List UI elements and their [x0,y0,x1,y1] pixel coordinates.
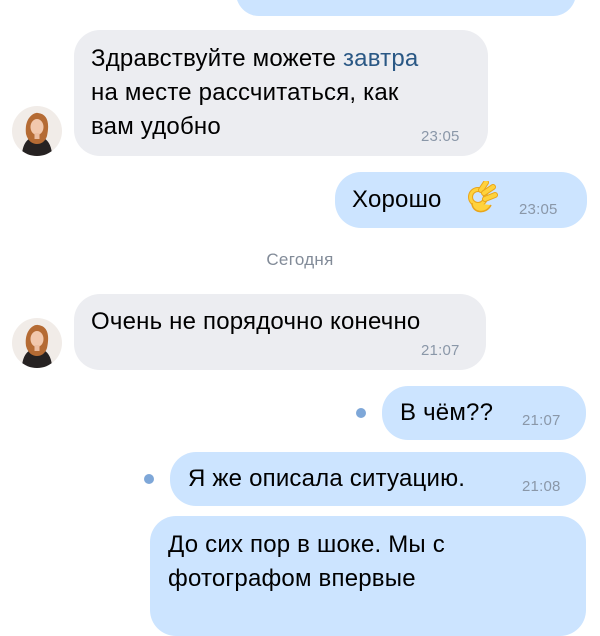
message-bubble-outgoing-partial[interactable] [236,0,576,16]
unread-indicator-dot [356,408,366,418]
message-text-line: на месте рассчитаться, как [91,79,399,106]
message-link[interactable]: завтра [343,45,418,72]
message-bubble-incoming[interactable]: Очень не порядочно конечно 21:07 [74,294,486,370]
message-text-line: До сих пор в шоке. Мы с [168,531,445,558]
message-text: Я же описала ситуацию. [188,465,466,492]
message-bubble-outgoing[interactable]: До сих пор в шоке. Мы с фотографом вперв… [150,516,586,636]
ok-hand-emoji-icon [464,179,498,215]
message-timestamp: 21:08 [522,478,561,495]
contact-avatar[interactable] [12,106,62,156]
message-bubble-outgoing[interactable]: Я же описала ситуацию. 21:08 [170,452,586,506]
message-text-line: вам удобно [91,113,221,140]
contact-avatar-image [12,106,62,156]
message-bubble-incoming[interactable]: Здравствуйте можете завтра на месте расс… [74,30,488,156]
date-separator: Сегодня [266,250,334,269]
message-timestamp: 23:05 [421,128,460,145]
unread-indicator-dot [144,474,154,484]
contact-avatar[interactable] [12,318,62,368]
message-text: Хорошо [352,186,442,213]
message-text: В чём?? [400,399,494,426]
message-bubble-outgoing[interactable]: Хорошо 23:05 [335,172,587,228]
message-bubble-outgoing[interactable]: В чём?? 21:07 [382,386,586,440]
message-text-line: фотографом впервые [168,565,416,592]
message-timestamp: 23:05 [519,201,558,218]
message-timestamp: 21:07 [522,412,561,429]
message-text: Очень не порядочно конечно [91,308,421,335]
contact-avatar-image [12,318,62,368]
message-text-line: Здравствуйте можете завтра [91,45,419,72]
message-timestamp: 21:07 [421,342,460,359]
